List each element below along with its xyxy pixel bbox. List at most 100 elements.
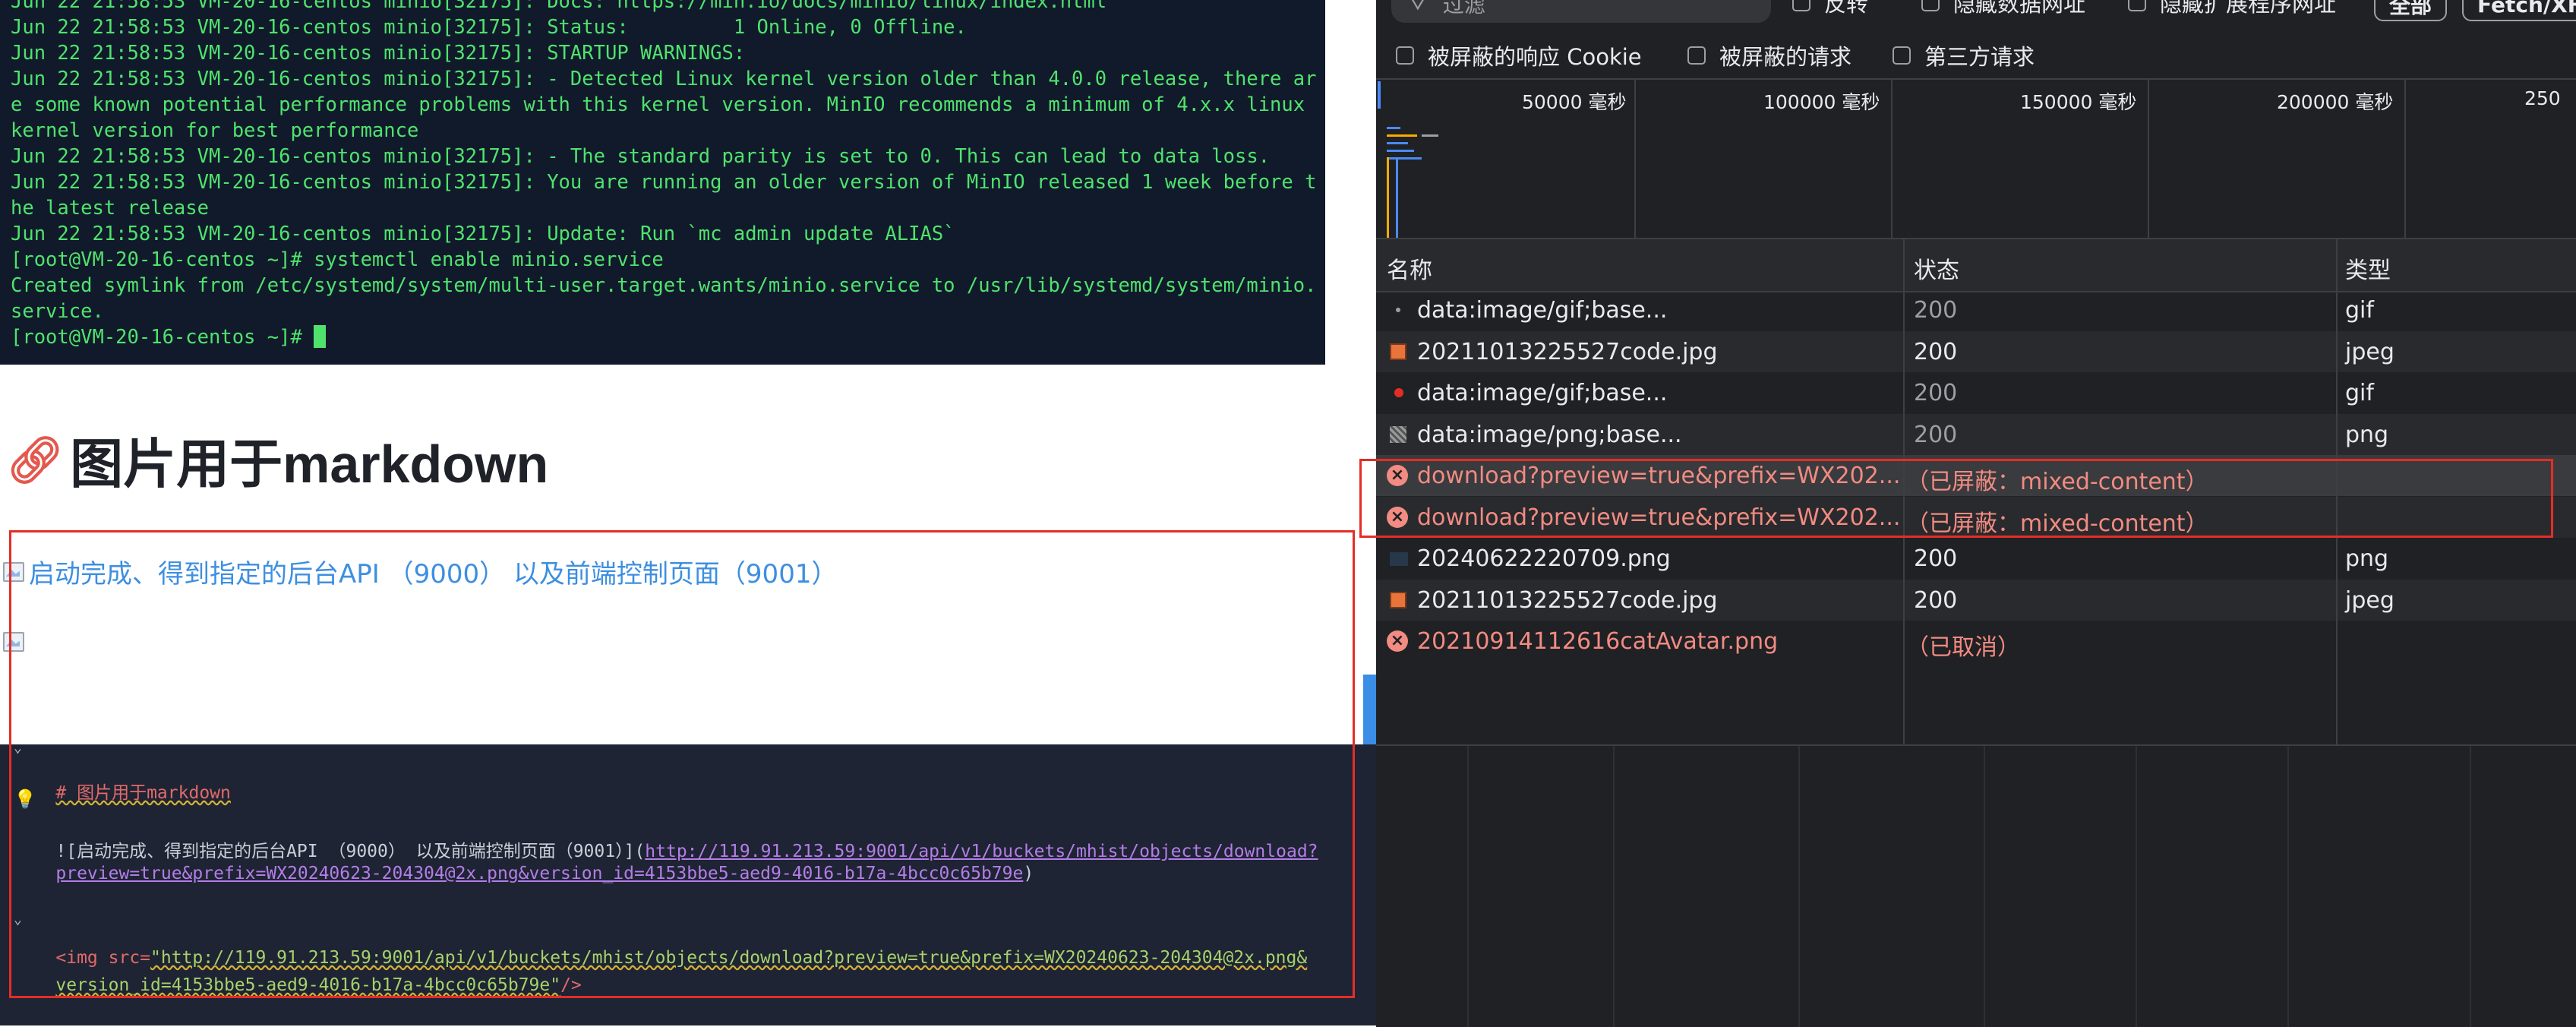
terminal-cursor bbox=[314, 325, 327, 348]
png-file-icon bbox=[1390, 552, 1408, 566]
hide-data-urls-checkbox[interactable]: 隐藏数据网址 bbox=[1921, 0, 2085, 18]
third-party-checkbox[interactable]: 第三方请求 bbox=[1893, 40, 2035, 71]
scrollbar-thumb[interactable] bbox=[1363, 675, 1377, 744]
table-row[interactable]: data:image/gif;base... 200 gif bbox=[1376, 372, 2576, 413]
checkbox-icon bbox=[1921, 0, 1940, 11]
table-row[interactable]: 20211013225527code.jpg 200 jpeg bbox=[1376, 330, 2576, 372]
terminal-line: [root@VM-20-16-centos ~]# systemctl enab… bbox=[11, 248, 664, 271]
cell-name: 20211013225527code.jpg bbox=[1417, 586, 1718, 614]
cell-status: （已取消） bbox=[1906, 634, 2020, 661]
waterfall-bar bbox=[1387, 127, 1400, 129]
invert-checkbox[interactable]: 反转 bbox=[1792, 0, 1868, 18]
network-filter-bar: ⛛ 过滤 反转 隐藏数据网址 隐藏扩展程序网址 全部 Fetch/XHR bbox=[1376, 0, 2576, 27]
lower-timeline-grid bbox=[1376, 744, 2576, 1027]
cell-status: 200 bbox=[1914, 380, 1958, 406]
column-header-name[interactable]: 名称 bbox=[1387, 251, 1432, 285]
jpg-file-icon bbox=[1390, 343, 1406, 360]
cell-status: 200 bbox=[1914, 297, 1958, 324]
terminal-line: Jun 22 21:58:53 VM-20-16-centos minio[32… bbox=[11, 0, 1107, 13]
cell-name: data:image/gif;base... bbox=[1417, 380, 1668, 406]
cell-type: png bbox=[2345, 421, 2389, 448]
terminal-line: e some known potential performance probl… bbox=[11, 93, 1305, 116]
blocked-requests-checkbox[interactable]: 被屏蔽的请求 bbox=[1687, 40, 1852, 71]
terminal-line: Jun 22 21:58:53 VM-20-16-centos minio[32… bbox=[11, 171, 1317, 194]
grid-line bbox=[2470, 746, 2471, 1027]
waterfall-bar bbox=[1387, 157, 1422, 160]
annotation-box-editor bbox=[9, 530, 1355, 998]
prompt-text: [root@VM-20-16-centos ~]# bbox=[11, 326, 314, 349]
pattern-image-icon bbox=[1390, 425, 1406, 443]
dot-icon bbox=[1396, 308, 1400, 312]
timeline-tick: 200000 毫秒 bbox=[2277, 80, 2406, 239]
cell-type: jpeg bbox=[2345, 338, 2394, 365]
hide-extension-urls-checkbox[interactable]: 隐藏扩展程序网址 bbox=[2128, 0, 2336, 18]
red-dot-icon bbox=[1394, 388, 1403, 397]
checkbox-icon bbox=[1396, 46, 1414, 65]
cell-name: 20211013225527code.jpg bbox=[1417, 338, 1718, 365]
terminal-line: Jun 22 21:58:53 VM-20-16-centos minio[32… bbox=[11, 42, 746, 65]
network-overview-timeline[interactable]: 50000 毫秒 100000 毫秒 150000 毫秒 200000 毫秒 2… bbox=[1376, 78, 2576, 239]
table-row[interactable]: data:image/png;base... 200 png bbox=[1376, 413, 2576, 455]
cell-status: 200 bbox=[1914, 338, 1958, 365]
grid-line bbox=[1467, 746, 1469, 1027]
filter-input[interactable]: ⛛ 过滤 bbox=[1391, 0, 1771, 23]
grid-line bbox=[2287, 746, 2289, 1027]
table-row[interactable]: × 20210914112616catAvatar.png （已取消） bbox=[1376, 621, 2576, 662]
table-header: 名称 状态 类型 bbox=[1376, 238, 2576, 292]
grid-line bbox=[1984, 746, 1985, 1027]
table-row[interactable]: data:image/gif;base... 200 gif bbox=[1376, 289, 2576, 330]
cell-name: data:image/gif;base... bbox=[1417, 297, 1668, 324]
filter-fetch-xhr-button[interactable]: Fetch/XHR bbox=[2462, 0, 2576, 21]
cell-status: 200 bbox=[1914, 586, 1958, 614]
cell-type: jpeg bbox=[2345, 586, 2394, 614]
column-header-type[interactable]: 类型 bbox=[2345, 251, 2391, 285]
grid-line bbox=[2136, 746, 2137, 1027]
checkbox-icon bbox=[1792, 0, 1810, 11]
checkbox-icon bbox=[1687, 46, 1706, 65]
waterfall-marker bbox=[1396, 157, 1398, 239]
terminal-line: Created symlink from /etc/systemd/system… bbox=[11, 274, 1317, 297]
error-icon: × bbox=[1387, 630, 1408, 652]
annotation-box-blocked-requests bbox=[1359, 459, 2553, 538]
jpg-file-icon bbox=[1390, 591, 1406, 608]
checkbox-icon bbox=[2128, 0, 2146, 11]
terminal-window[interactable]: Jun 22 21:58:53 VM-20-16-centos minio[32… bbox=[0, 0, 1325, 365]
cell-type: gif bbox=[2345, 297, 2374, 324]
cell-name: 20210914112616catAvatar.png bbox=[1417, 628, 1779, 655]
waterfall-marker bbox=[1387, 157, 1389, 239]
grid-line bbox=[1798, 746, 1800, 1027]
timeline-tick: 150000 毫秒 bbox=[2020, 80, 2149, 239]
terminal-line: service. bbox=[11, 300, 104, 323]
column-header-status[interactable]: 状态 bbox=[1914, 251, 1959, 285]
filter-all-button[interactable]: 全部 bbox=[2374, 0, 2448, 21]
cell-name: 20240622220709.png bbox=[1417, 545, 1671, 572]
cell-type: png bbox=[2345, 545, 2389, 572]
cell-type: gif bbox=[2345, 380, 2374, 406]
cell-name: data:image/png;base... bbox=[1417, 421, 1682, 448]
filter-funnel-icon: ⛛ bbox=[1410, 0, 1426, 15]
timeline-tick: 100000 毫秒 bbox=[1763, 80, 1893, 239]
terminal-output: Jun 22 21:58:53 VM-20-16-centos minio[32… bbox=[11, 0, 1325, 350]
timeline-tick: 50000 毫秒 bbox=[1522, 80, 1636, 239]
terminal-line: he latest release bbox=[11, 197, 209, 220]
table-row[interactable]: 20240622220709.png 200 png bbox=[1376, 538, 2576, 579]
terminal-line: Jun 22 21:58:53 VM-20-16-centos minio[32… bbox=[11, 68, 1317, 90]
waterfall-bar bbox=[1378, 81, 1381, 109]
terminal-line: [root@VM-20-16-centos ~]# bbox=[11, 324, 1325, 350]
grid-line bbox=[1613, 746, 1615, 1027]
waterfall-bar bbox=[1422, 134, 1438, 137]
terminal-line: Jun 22 21:58:53 VM-20-16-centos minio[32… bbox=[11, 223, 955, 245]
waterfall-bar bbox=[1387, 134, 1417, 137]
waterfall-bar bbox=[1387, 150, 1414, 152]
blocked-cookies-checkbox[interactable]: 被屏蔽的响应 Cookie bbox=[1396, 40, 1642, 71]
preview-heading-text: 图片用于markdown bbox=[70, 434, 549, 494]
waterfall-bar bbox=[1387, 142, 1408, 144]
checkbox-icon bbox=[1893, 46, 1911, 65]
terminal-line: kernel version for best performance bbox=[11, 119, 419, 142]
table-row[interactable]: 20211013225527code.jpg 200 jpeg bbox=[1376, 579, 2576, 621]
preview-heading: 🔗︎ 图片用于markdown bbox=[6, 422, 548, 498]
terminal-line: Jun 22 21:58:53 VM-20-16-centos minio[32… bbox=[11, 145, 1271, 168]
terminal-line: Jun 22 21:58:53 VM-20-16-centos minio[32… bbox=[11, 16, 967, 39]
cell-status: 200 bbox=[1914, 545, 1958, 572]
anchor-link-icon[interactable]: 🔗︎ bbox=[6, 433, 64, 487]
